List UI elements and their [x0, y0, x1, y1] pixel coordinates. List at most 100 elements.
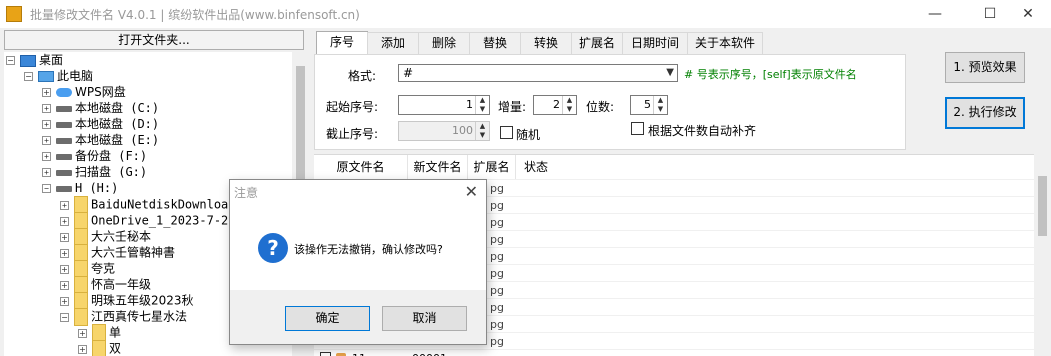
expand-icon[interactable]: + [60, 296, 69, 306]
expand-icon[interactable]: + [42, 120, 51, 129]
collapse-icon[interactable]: − [6, 56, 15, 65]
collapse-icon[interactable]: − [24, 72, 33, 81]
ext-cell: pg [490, 250, 504, 263]
expand-icon[interactable]: + [42, 152, 51, 161]
tree-item-folder[interactable]: + 夸克 [60, 260, 115, 278]
format-label: 格式: [348, 69, 377, 83]
expand-icon[interactable]: + [42, 136, 51, 145]
tree-item-label: 江西真传七星水法 [91, 309, 188, 324]
tab-datetime[interactable]: 日期时间 [622, 32, 688, 54]
tree-item-folder[interactable]: + BaiduNetdiskDownload [60, 196, 236, 214]
step-spinner[interactable]: 2 ▲ ▼ [533, 95, 577, 115]
tree-item-folder[interactable]: + 怀高一年级 [60, 276, 152, 294]
row-checkbox[interactable] [320, 352, 331, 356]
column-header-status[interactable]: 状态 [516, 155, 556, 179]
tree-item-drive-h[interactable]: − H (H:) [42, 180, 118, 196]
close-button[interactable]: ✕ [1005, 0, 1051, 28]
digits-value: 5 [644, 98, 651, 111]
tree-item-folder[interactable]: + 大六壬管輅神書 [60, 244, 175, 262]
ext-cell: pg [490, 233, 504, 246]
drive-icon [56, 185, 72, 192]
tree-item-folder[interactable]: + OneDrive_1_2023-7-26 [60, 212, 236, 230]
preview-button[interactable]: 1. 预览效果 [945, 52, 1025, 83]
column-header-extension[interactable]: 扩展名 [468, 155, 516, 179]
format-value: # [403, 66, 414, 80]
desktop-icon [20, 54, 36, 67]
spinner-arrows-icon: ▲ ▼ [475, 122, 489, 140]
tab-delete[interactable]: 删除 [418, 32, 470, 54]
file-name-cell: 11 [352, 352, 366, 356]
expand-icon[interactable]: + [60, 232, 69, 242]
tree-item-drive-e[interactable]: + 本地磁盘 (E:) [42, 132, 159, 148]
tab-convert[interactable]: 转换 [520, 32, 572, 54]
tree-item-label: 此电脑 [57, 69, 94, 83]
tab-replace[interactable]: 替换 [469, 32, 521, 54]
expand-icon[interactable]: + [60, 264, 69, 274]
expand-icon[interactable]: + [60, 200, 69, 210]
digits-spinner[interactable]: 5 ▲ ▼ [630, 95, 668, 115]
tree-item-wps[interactable]: + WPS网盘 [42, 84, 126, 100]
column-header-new[interactable]: 新文件名 [408, 155, 468, 179]
chevron-down-icon: ▼ [666, 67, 674, 78]
tree-item-folder[interactable]: + 双 [78, 340, 121, 356]
expand-icon[interactable]: + [42, 168, 51, 177]
collapse-icon[interactable]: − [60, 312, 69, 322]
format-combo[interactable]: # ▼ [398, 64, 678, 82]
confirm-dialog: 注意 ✕ ? 该操作无法撤销，确认修改吗? 确定 取消 [229, 179, 487, 345]
table-row[interactable]: 11 00001 [314, 349, 1034, 356]
minimize-button[interactable]: — [912, 0, 958, 28]
tree-item-folder[interactable]: + 明珠五年级2023秋 [60, 292, 194, 310]
tab-sequence[interactable]: 序号 [316, 31, 368, 55]
tree-item-folder[interactable]: + 单 [78, 324, 122, 342]
tree-item-label: BaiduNetdiskDownload [91, 197, 236, 212]
tree-item-folder[interactable]: + 大六壬秘本 [60, 228, 151, 246]
random-checkbox[interactable] [500, 126, 513, 139]
tree-item-label: 桌面 [39, 53, 64, 67]
execute-button[interactable]: 2. 执行修改 [945, 97, 1025, 129]
spinner-arrows-icon[interactable]: ▲ ▼ [562, 96, 576, 114]
digits-label: 位数: [586, 100, 615, 114]
scroll-thumb[interactable] [1038, 176, 1047, 236]
tab-extension[interactable]: 扩展名 [571, 32, 623, 54]
tree-item-label: 怀高一年级 [91, 277, 152, 292]
tree-item-label: 本地磁盘 (C:) [75, 101, 160, 115]
expand-icon[interactable]: + [60, 216, 69, 226]
expand-icon[interactable]: + [42, 88, 51, 97]
tree-item-drive-f[interactable]: + 备份盘 (F:) [42, 148, 147, 164]
question-icon: ? [258, 233, 288, 263]
expand-icon[interactable]: + [42, 104, 51, 113]
expand-icon[interactable]: + [60, 280, 69, 290]
collapse-icon[interactable]: − [42, 184, 51, 193]
start-spinner[interactable]: 1 ▲ ▼ [398, 95, 490, 115]
tree-item-drive-c[interactable]: + 本地磁盘 (C:) [42, 100, 159, 116]
tab-add[interactable]: 添加 [367, 32, 419, 54]
tree-item-drive-g[interactable]: + 扫描盘 (G:) [42, 164, 147, 180]
close-icon[interactable]: ✕ [465, 182, 478, 201]
spinner-arrows-icon[interactable]: ▲ ▼ [653, 96, 667, 114]
open-folder-button[interactable]: 打开文件夹... [4, 30, 304, 50]
dialog-message: 该操作无法撤销，确认修改吗? [294, 243, 443, 256]
ok-button[interactable]: 确定 [285, 306, 370, 331]
start-value: 1 [466, 98, 473, 111]
end-label: 截止序号: [326, 127, 379, 141]
tree-item-label: 明珠五年级2023秋 [91, 293, 194, 308]
end-spinner: 100 ▲ ▼ [398, 121, 490, 141]
expand-icon[interactable]: + [78, 344, 87, 354]
tree-item-desktop[interactable]: − 桌面 [6, 52, 63, 68]
tree-item-label: OneDrive_1_2023-7-26 [91, 213, 236, 228]
cancel-button[interactable]: 取消 [382, 306, 467, 331]
tree-item-this-pc[interactable]: − 此电脑 [24, 68, 93, 84]
expand-icon[interactable]: + [60, 248, 69, 258]
autopad-checkbox[interactable] [631, 122, 644, 135]
expand-icon[interactable]: + [78, 328, 87, 338]
tree-item-folder-selected[interactable]: − 江西真传七星水法 [60, 308, 188, 326]
tree-item-label: 单 [109, 325, 122, 340]
tree-item-label: H (H:) [75, 181, 119, 195]
tree-item-label: 双 [109, 341, 122, 356]
list-scrollbar[interactable] [1034, 154, 1051, 356]
spinner-arrows-icon[interactable]: ▲ ▼ [475, 96, 489, 114]
column-header-original[interactable]: 原文件名 [314, 155, 408, 179]
tree-item-drive-d[interactable]: + 本地磁盘 (D:) [42, 116, 159, 132]
tab-about[interactable]: 关于本软件 [687, 32, 763, 54]
ext-cell: pg [490, 284, 504, 297]
